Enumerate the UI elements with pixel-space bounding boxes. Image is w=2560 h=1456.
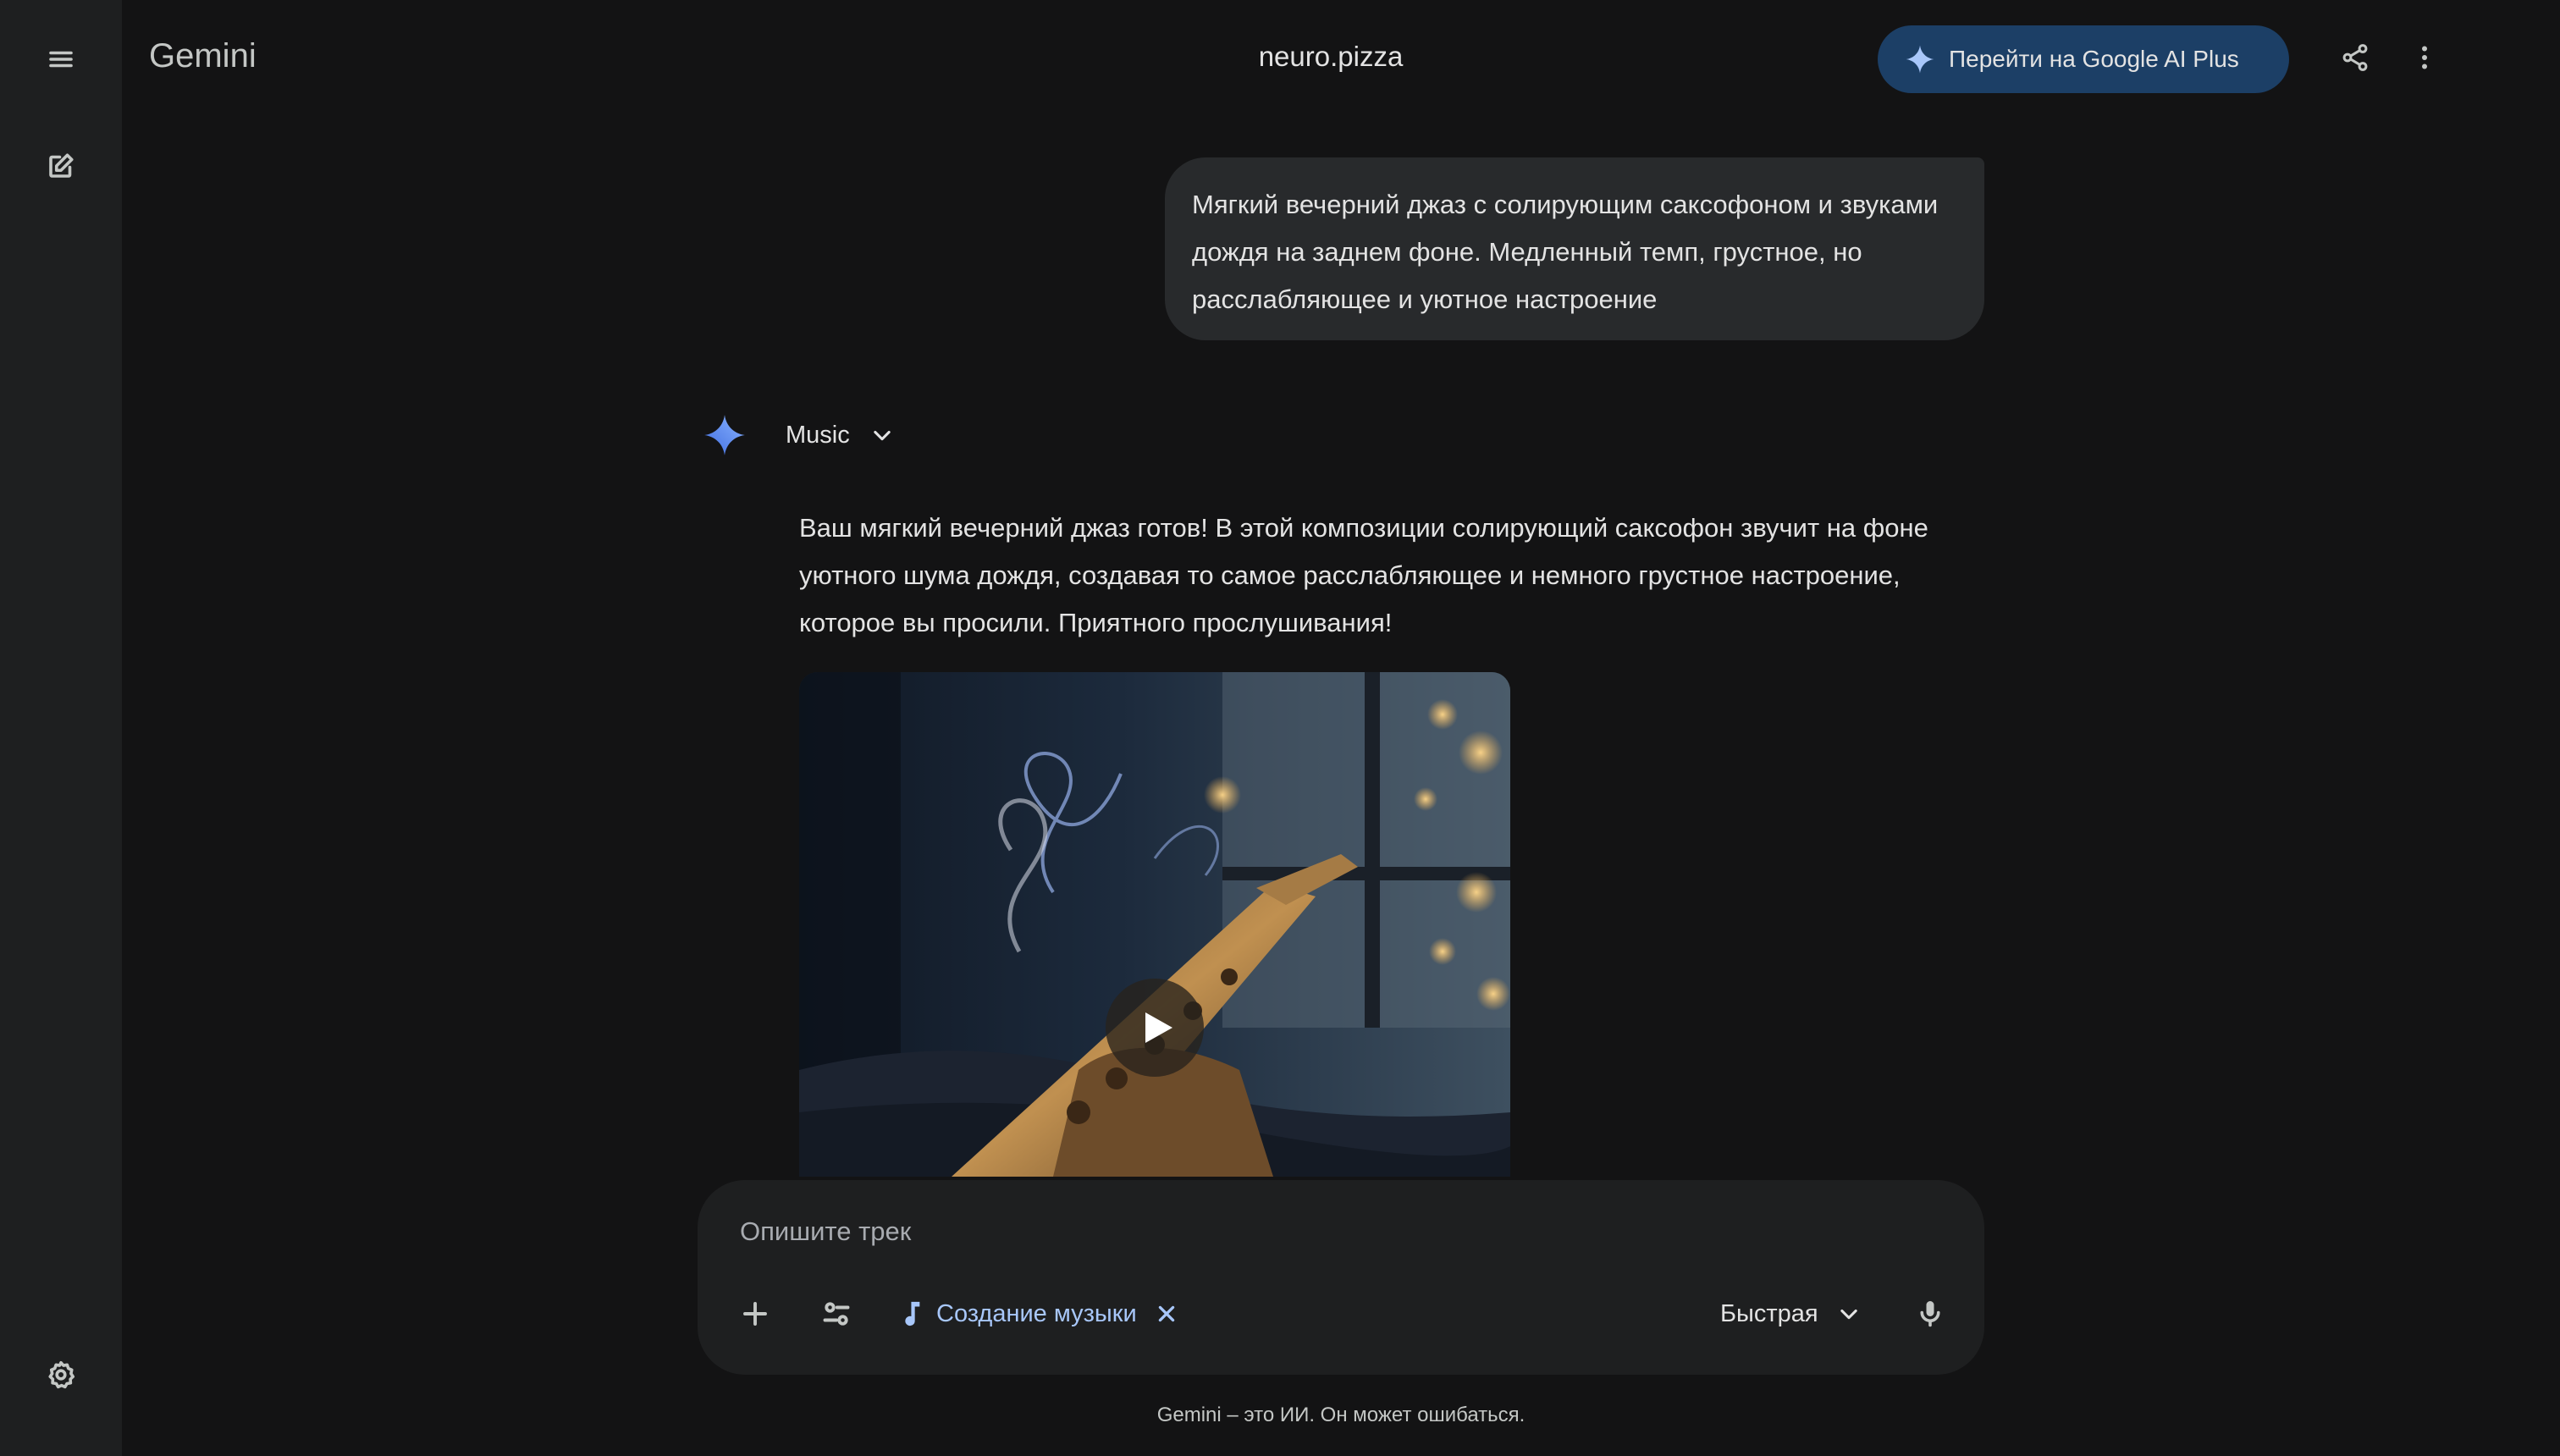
upgrade-button[interactable]: Перейти на Google AI Plus [1878,25,2289,93]
model-header: Music [703,410,894,461]
sidebar [0,0,122,1456]
mode-selector[interactable]: Быстрая [1720,1290,1861,1337]
sparkle-icon [1906,45,1934,74]
app-title: Gemini [149,37,257,74]
disclaimer: Gemini – это ИИ. Он может ошибаться. [1156,1404,1526,1426]
play-button[interactable] [1106,979,1204,1077]
music-tool-chip[interactable]: Создание музыки [897,1290,1178,1337]
gemini-star-icon [704,415,745,455]
menu-icon[interactable] [37,36,85,83]
chat-title[interactable]: neuro.pizza [1185,41,1476,73]
tools-icon[interactable] [813,1290,860,1337]
close-icon[interactable] [1156,1303,1178,1325]
music-track-card[interactable] [799,672,1510,1177]
user-message: Мягкий вечерний джаз с солирующим саксоф… [1165,157,1984,340]
more-options-icon[interactable] [2401,34,2448,81]
share-icon[interactable] [2331,34,2379,81]
music-tool-label: Создание музыки [936,1299,1137,1327]
saxophone-cover-image [799,672,1510,1177]
prompt-composer: Создание музыки Быстрая [698,1180,1984,1375]
chevron-down-icon[interactable] [870,423,894,447]
mode-label: Быстрая [1720,1299,1818,1327]
play-icon [1145,1012,1172,1043]
chevron-down-icon [1840,1309,1857,1320]
music-note-icon [905,1301,920,1326]
model-label: Music [786,421,850,449]
new-chat-icon[interactable] [37,142,85,190]
upgrade-button-label: Перейти на Google AI Plus [1949,46,2239,72]
settings-icon[interactable] [37,1351,85,1398]
response-text: Ваш мягкий вечерний джаз готов! В этой к… [799,513,1928,637]
add-icon[interactable] [731,1290,779,1337]
prompt-input[interactable] [738,1207,1842,1256]
microphone-icon[interactable] [1906,1290,1954,1337]
